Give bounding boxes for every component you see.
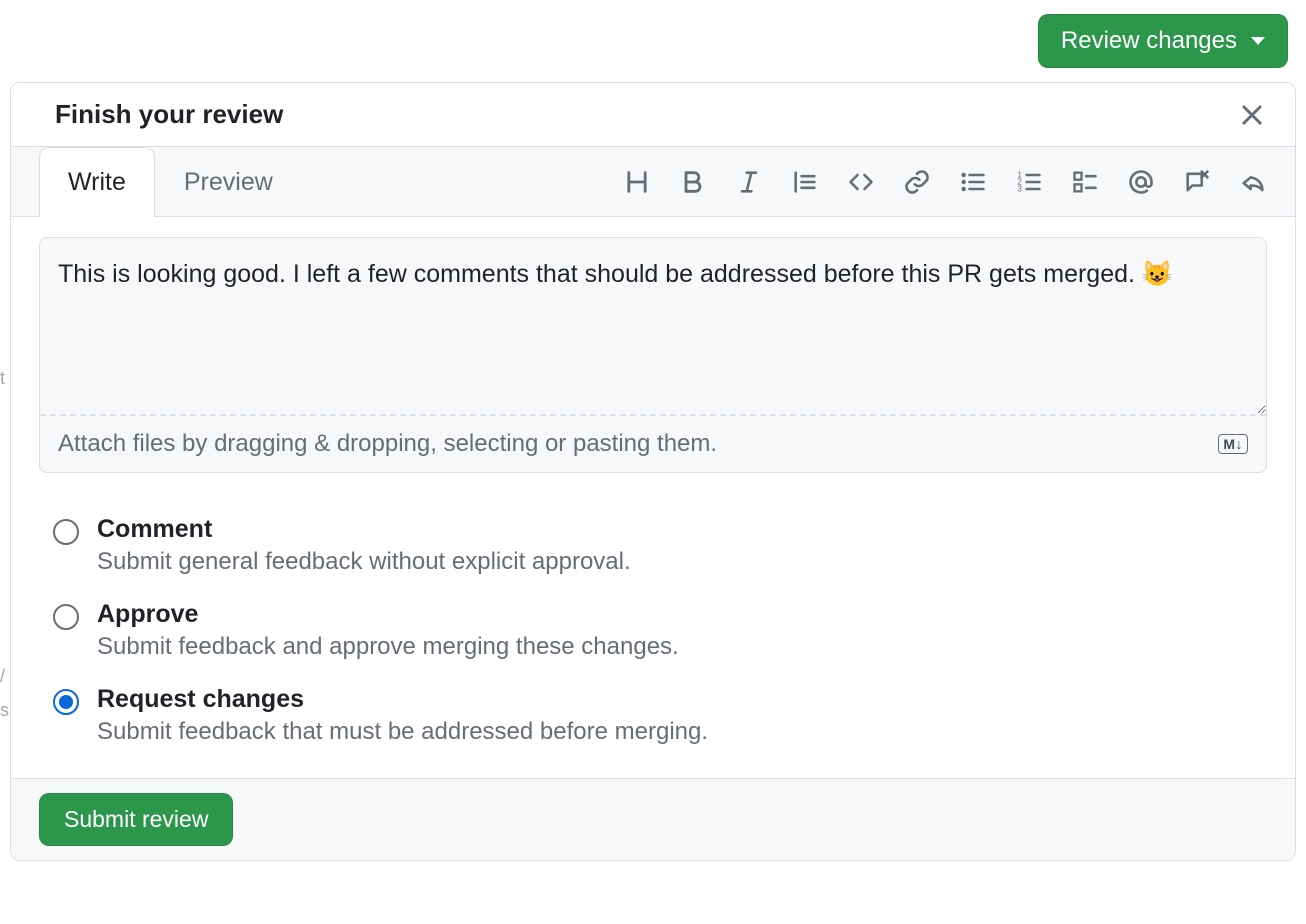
close-icon [1239, 102, 1265, 128]
ordered-list-icon: 123 [1015, 168, 1043, 196]
option-desc-comment: Submit general feedback without explicit… [97, 548, 631, 576]
markdown-badge[interactable]: M↓ [1218, 434, 1248, 454]
ordered-list-button[interactable]: 123 [1015, 168, 1043, 196]
unordered-list-icon [959, 168, 987, 196]
option-label-approve[interactable]: Approve [97, 600, 679, 629]
option-label-request-changes[interactable]: Request changes [97, 685, 708, 714]
chevron-down-icon [1251, 37, 1265, 45]
option-desc-approve: Submit feedback and approve merging thes… [97, 633, 679, 661]
tab-preview[interactable]: Preview [155, 147, 302, 217]
link-icon [903, 168, 931, 196]
bold-button[interactable] [679, 168, 707, 196]
edge-decor: / [0, 666, 10, 687]
italic-button[interactable] [735, 168, 763, 196]
attach-row[interactable]: Attach files by dragging & dropping, sel… [40, 414, 1266, 472]
option-text: Request changes Submit feedback that mus… [97, 685, 708, 746]
panel-header: Finish your review [11, 83, 1295, 146]
heading-button[interactable] [623, 168, 651, 196]
code-icon [847, 168, 875, 196]
tabs: Write Preview [39, 147, 302, 216]
bold-icon [679, 168, 707, 196]
radio-comment[interactable] [53, 519, 79, 545]
cross-reference-button[interactable] [1183, 168, 1211, 196]
attach-hint: Attach files by dragging & dropping, sel… [58, 430, 717, 458]
option-request-changes[interactable]: Request changes Submit feedback that mus… [53, 673, 1267, 758]
panel-footer: Submit review [11, 778, 1295, 860]
close-button[interactable] [1239, 102, 1265, 128]
option-comment[interactable]: Comment Submit general feedback without … [53, 503, 1267, 588]
task-list-icon [1071, 168, 1099, 196]
option-text: Approve Submit feedback and approve merg… [97, 600, 679, 661]
textarea-wrap: Attach files by dragging & dropping, sel… [39, 237, 1267, 473]
unordered-list-button[interactable] [959, 168, 987, 196]
option-approve[interactable]: Approve Submit feedback and approve merg… [53, 588, 1267, 673]
panel-title: Finish your review [55, 99, 283, 130]
cross-reference-icon [1183, 168, 1211, 196]
option-label-comment[interactable]: Comment [97, 515, 631, 544]
review-changes-button[interactable]: Review changes [1038, 14, 1288, 68]
review-textarea[interactable] [40, 238, 1266, 414]
tab-write[interactable]: Write [39, 147, 155, 217]
link-button[interactable] [903, 168, 931, 196]
italic-icon [735, 168, 763, 196]
option-text: Comment Submit general feedback without … [97, 515, 631, 576]
radio-approve[interactable] [53, 604, 79, 630]
edge-decor: s [0, 700, 10, 721]
mention-icon [1127, 168, 1155, 196]
quote-button[interactable] [791, 168, 819, 196]
reply-icon [1239, 168, 1267, 196]
edge-decor: t [0, 368, 10, 389]
formatting-toolbar: 123 [623, 168, 1267, 196]
heading-icon [623, 168, 651, 196]
review-changes-label: Review changes [1061, 27, 1237, 55]
reply-button[interactable] [1239, 168, 1267, 196]
svg-text:3: 3 [1017, 184, 1022, 193]
review-options: Comment Submit general feedback without … [11, 493, 1295, 778]
review-panel: Finish your review Write Preview [10, 82, 1296, 861]
top-bar: Review changes [0, 0, 1306, 82]
tabs-row: Write Preview [11, 146, 1295, 217]
mention-button[interactable] [1127, 168, 1155, 196]
quote-icon [791, 168, 819, 196]
radio-request-changes[interactable] [53, 689, 79, 715]
option-desc-request-changes: Submit feedback that must be addressed b… [97, 718, 708, 746]
submit-review-button[interactable]: Submit review [39, 793, 233, 846]
editor-area: Attach files by dragging & dropping, sel… [11, 217, 1295, 493]
code-button[interactable] [847, 168, 875, 196]
task-list-button[interactable] [1071, 168, 1099, 196]
